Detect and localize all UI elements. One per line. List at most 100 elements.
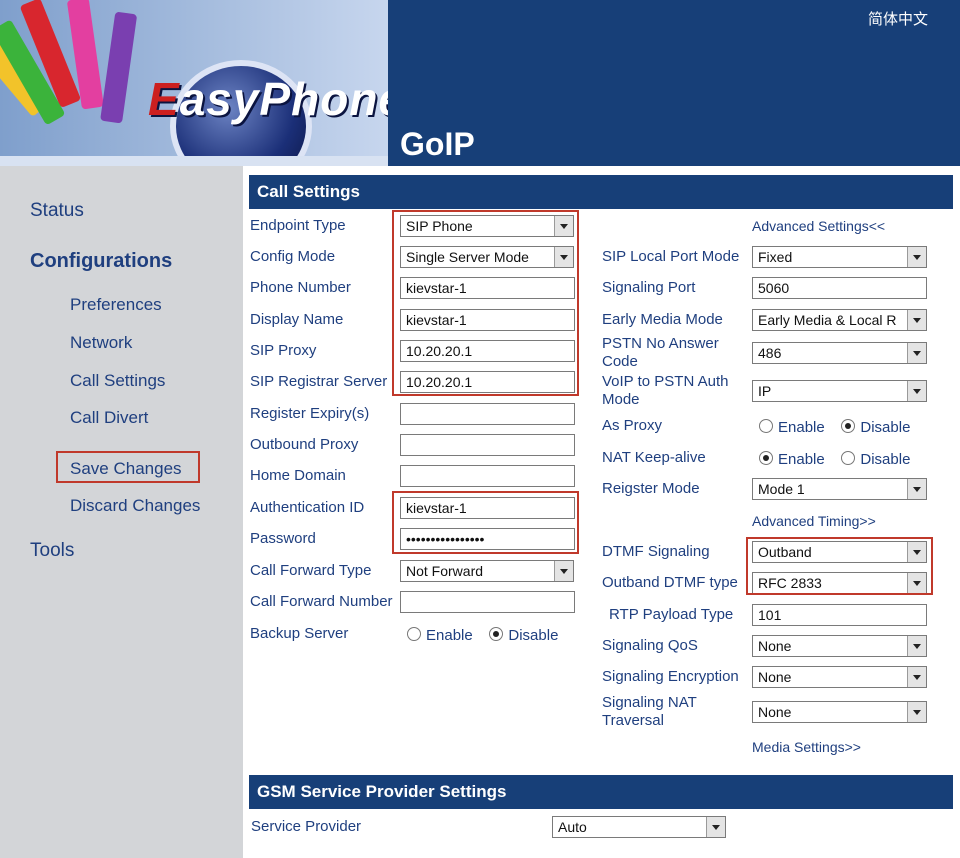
pstn-no-answer-code-label: PSTN No Answer Code xyxy=(602,335,719,371)
service-provider-select[interactable]: Auto xyxy=(552,816,726,838)
rtp-payload-type-label: RTP Payload Type xyxy=(609,606,734,623)
logo-beam-purple xyxy=(100,11,138,124)
service-provider-value: Auto xyxy=(558,819,587,835)
signaling-encryption-label: Signaling Encryption xyxy=(602,668,739,685)
config-mode-label: Config Mode xyxy=(250,248,336,265)
signaling-nat-traversal-label-line2: Traversal xyxy=(602,712,664,729)
signaling-encryption-select[interactable]: None xyxy=(752,666,927,688)
register-expiry-input[interactable] xyxy=(400,403,575,425)
outband-dtmf-type-label: Outband DTMF type xyxy=(602,574,738,591)
home-domain-label: Home Domain xyxy=(250,467,346,484)
nat-keep-alive-disable-label: Disable xyxy=(860,451,911,468)
dtmf-signaling-label: DTMF Signaling xyxy=(602,543,710,560)
nav-call-divert[interactable]: Call Divert xyxy=(70,408,148,428)
chevron-down-icon xyxy=(907,479,926,499)
brand-name: EasyPhone xyxy=(148,73,388,125)
advanced-timing-link[interactable]: Advanced Timing>> xyxy=(752,513,876,529)
nav-tools[interactable]: Tools xyxy=(30,540,74,562)
language-link[interactable]: 简体中文 xyxy=(868,8,928,29)
radio-icon xyxy=(407,627,421,641)
voip-to-pstn-auth-mode-label: VoIP to PSTN Auth Mode xyxy=(602,373,728,409)
as-proxy-disable-label: Disable xyxy=(860,419,911,436)
early-media-mode-label: Early Media Mode xyxy=(602,311,723,328)
chevron-down-icon xyxy=(907,702,926,722)
chevron-down-icon xyxy=(907,636,926,656)
chevron-down-icon xyxy=(907,381,926,401)
as-proxy-disable-radio[interactable]: Disable xyxy=(841,419,910,436)
highlight-auth-fields xyxy=(392,491,579,554)
signaling-qos-select[interactable]: None xyxy=(752,635,927,657)
nat-keep-alive-disable-radio[interactable]: Disable xyxy=(841,451,910,468)
signaling-nat-traversal-value: None xyxy=(758,704,792,720)
service-provider-label: Service Provider xyxy=(251,818,362,835)
chevron-down-icon xyxy=(907,343,926,363)
highlight-dtmf-fields xyxy=(746,537,933,595)
outbound-proxy-input[interactable] xyxy=(400,434,575,456)
endpoint-type-label: Endpoint Type xyxy=(250,217,346,234)
product-name: GoIP xyxy=(400,126,475,162)
call-forward-type-label: Call Forward Type xyxy=(250,562,372,579)
backup-server-label: Backup Server xyxy=(250,625,349,642)
chevron-down-icon xyxy=(907,667,926,687)
nav-status[interactable]: Status xyxy=(30,200,84,222)
outbound-proxy-label: Outbound Proxy xyxy=(250,436,359,453)
nat-keep-alive-label: NAT Keep-alive xyxy=(602,449,706,466)
nat-keep-alive-enable-radio[interactable]: Enable xyxy=(759,451,825,468)
header-banner: EasyPhone GoIP 简体中文 xyxy=(0,0,960,166)
register-expiry-label: Register Expiry(s) xyxy=(250,405,370,422)
signaling-nat-traversal-label-line1: Signaling NAT xyxy=(602,694,697,711)
backup-server-enable-radio[interactable]: Enable xyxy=(407,627,473,644)
highlight-sip-fields xyxy=(392,210,579,396)
gsm-settings-title: GSM Service Provider Settings xyxy=(249,775,953,809)
backup-server-radio-group: Enable Disable xyxy=(407,627,558,644)
voip-to-pstn-auth-mode-select[interactable]: IP xyxy=(752,380,927,402)
sidebar: Status Configurations Preferences Networ… xyxy=(0,166,243,858)
backup-server-disable-label: Disable xyxy=(508,627,559,644)
call-forward-type-value: Not Forward xyxy=(406,563,484,579)
radio-icon xyxy=(759,419,773,433)
discard-changes-button[interactable]: Discard Changes xyxy=(70,496,200,516)
nav-configurations[interactable]: Configurations xyxy=(30,250,172,273)
sip-proxy-label: SIP Proxy xyxy=(250,342,317,359)
chevron-down-icon xyxy=(706,817,725,837)
call-settings-title: Call Settings xyxy=(249,175,953,209)
signaling-port-input[interactable] xyxy=(752,277,927,299)
radio-selected-icon xyxy=(489,627,504,641)
early-media-mode-select[interactable]: Early Media & Local R xyxy=(752,309,927,331)
signaling-port-label: Signaling Port xyxy=(602,279,696,296)
chevron-down-icon xyxy=(554,561,573,581)
logo: EasyPhone xyxy=(0,0,388,156)
signaling-nat-traversal-select[interactable]: None xyxy=(752,701,927,723)
nat-keep-alive-enable-label: Enable xyxy=(778,451,825,468)
advanced-settings-link[interactable]: Advanced Settings<< xyxy=(752,218,885,234)
call-forward-type-select[interactable]: Not Forward xyxy=(400,560,574,582)
main-content: Call Settings Endpoint Type Config Mode … xyxy=(243,166,960,858)
as-proxy-radio-group: Enable Disable xyxy=(759,419,910,436)
radio-selected-icon xyxy=(759,451,773,465)
save-changes-button[interactable]: Save Changes xyxy=(70,459,182,479)
nav-preferences[interactable]: Preferences xyxy=(70,295,162,315)
media-settings-link[interactable]: Media Settings>> xyxy=(752,739,861,755)
backup-server-enable-label: Enable xyxy=(426,627,473,644)
pstn-no-answer-code-select[interactable]: 486 xyxy=(752,342,927,364)
nav-network[interactable]: Network xyxy=(70,333,132,353)
as-proxy-label: As Proxy xyxy=(602,417,663,434)
call-forward-number-input[interactable] xyxy=(400,591,575,613)
sip-local-port-mode-select[interactable]: Fixed xyxy=(752,246,927,268)
chevron-down-icon xyxy=(907,310,926,330)
nav-call-settings[interactable]: Call Settings xyxy=(70,371,165,391)
backup-server-disable-radio[interactable]: Disable xyxy=(489,627,558,644)
sip-local-port-mode-label: SIP Local Port Mode xyxy=(602,248,740,265)
home-domain-input[interactable] xyxy=(400,465,575,487)
rtp-payload-type-input[interactable] xyxy=(752,604,927,626)
early-media-mode-value: Early Media & Local R xyxy=(758,312,897,328)
radio-icon xyxy=(841,451,856,465)
register-mode-value: Mode 1 xyxy=(758,481,805,497)
signaling-qos-value: None xyxy=(758,638,792,654)
voip-to-pstn-auth-mode-value: IP xyxy=(758,383,772,399)
signaling-nat-traversal-label: Signaling NAT Traversal xyxy=(602,694,697,730)
password-label: Password xyxy=(250,530,316,547)
as-proxy-enable-radio[interactable]: Enable xyxy=(759,419,825,436)
sip-registrar-label: SIP Registrar Server xyxy=(250,373,388,390)
register-mode-select[interactable]: Mode 1 xyxy=(752,478,927,500)
